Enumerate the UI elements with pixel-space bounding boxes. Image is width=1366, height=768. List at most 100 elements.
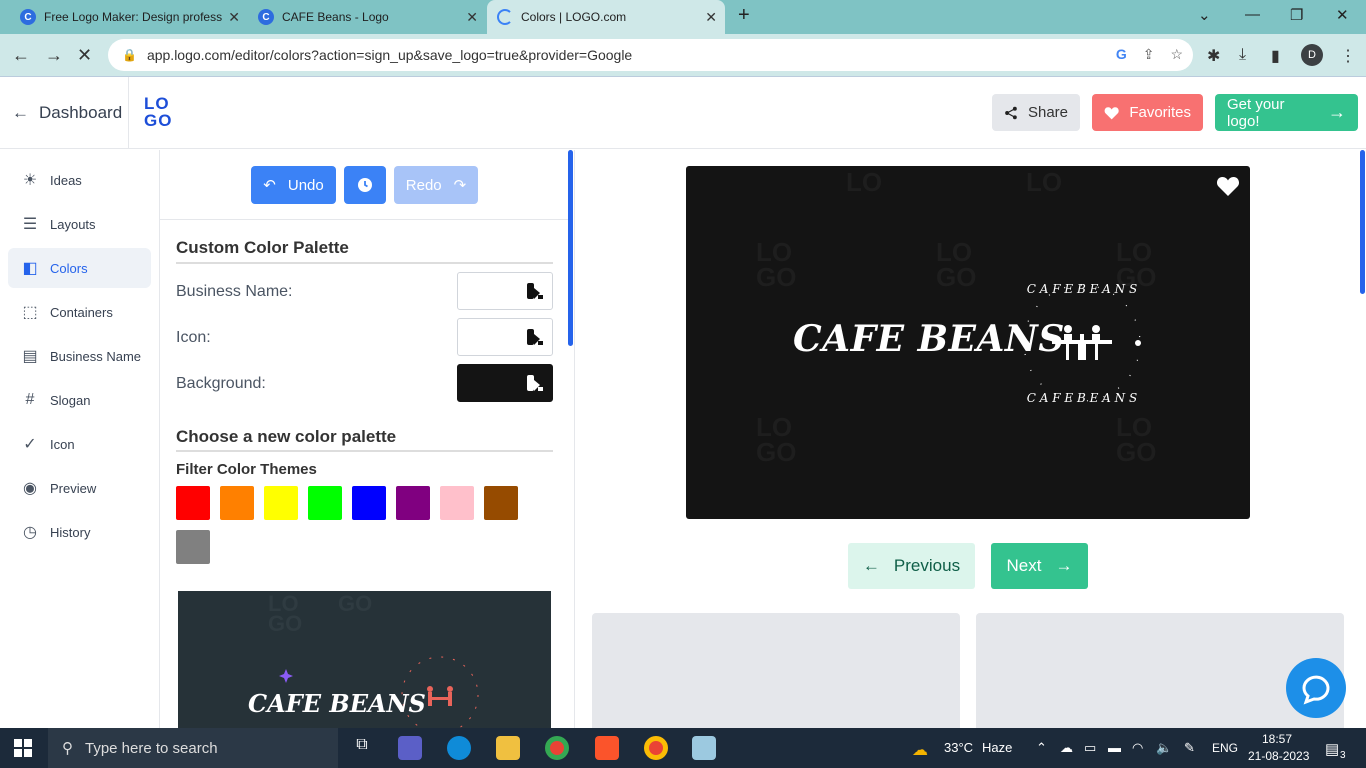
edge-icon[interactable] xyxy=(447,736,471,760)
dashboard-link[interactable]: ← Dashboard xyxy=(12,103,122,123)
bookmark-star-icon[interactable]: ☆ xyxy=(1170,46,1183,63)
previous-button[interactable]: ← Previous xyxy=(848,543,975,589)
restore-icon[interactable]: ❐ xyxy=(1290,6,1303,24)
weather-temp[interactable]: 33°C xyxy=(944,740,973,755)
browser-tab[interactable]: C Free Logo Maker: Design profess ✕ xyxy=(10,0,248,34)
next-button[interactable]: Next → xyxy=(991,543,1088,589)
get-your-logo-button[interactable]: Get your logo! → xyxy=(1215,94,1358,131)
lock-icon[interactable]: 🔒 xyxy=(122,48,137,62)
sidebar-item-history[interactable]: ◷ History xyxy=(8,512,151,552)
tab-search-icon[interactable]: ⌄ xyxy=(1198,6,1211,24)
sidebar-item-business-name[interactable]: ▤ Business Name xyxy=(8,336,151,376)
app-header: ← Dashboard LO GO Share Favorites Get yo… xyxy=(0,77,1366,149)
redo-button[interactable]: Redo ↷ xyxy=(394,166,478,204)
background-color-swatch[interactable] xyxy=(457,364,553,402)
close-tab-icon[interactable]: ✕ xyxy=(466,9,478,26)
file-explorer-icon[interactable] xyxy=(496,736,520,760)
wifi-icon[interactable]: ◠ xyxy=(1132,740,1143,756)
chat-bubble-icon xyxy=(1302,675,1330,705)
sidebar-item-icon[interactable]: ✓ Icon xyxy=(8,424,151,464)
stop-loading-icon[interactable]: ✕ xyxy=(77,45,92,66)
color-theme-swatch[interactable] xyxy=(220,486,254,520)
sidebar-item-slogan[interactable]: # Slogan xyxy=(8,380,151,420)
close-tab-icon[interactable]: ✕ xyxy=(705,9,717,26)
forward-icon[interactable]: → xyxy=(45,45,63,66)
close-window-icon[interactable]: ✕ xyxy=(1336,6,1349,24)
business-name-color-swatch[interactable] xyxy=(457,272,553,310)
sidebar-item-colors[interactable]: ◧ Colors xyxy=(8,248,151,288)
main-scrollbar[interactable] xyxy=(1360,150,1365,294)
color-theme-swatch[interactable] xyxy=(176,486,210,520)
sidebar-item-ideas[interactable]: ☀ Ideas xyxy=(8,160,151,200)
new-tab-icon[interactable]: + xyxy=(738,4,750,27)
get-logo-label: Get your logo! xyxy=(1227,95,1285,130)
task-view-icon[interactable]: ⧉ xyxy=(350,736,374,760)
arrow-left-icon: ← xyxy=(862,556,880,575)
undo-button[interactable]: ↶ Undo xyxy=(251,166,336,204)
side-panel-icon[interactable]: ▮ xyxy=(1271,46,1280,66)
svg-text:GO: GO xyxy=(338,591,372,616)
volume-icon[interactable]: 🔈 xyxy=(1156,740,1172,756)
section-divider xyxy=(176,450,553,452)
id-card-icon: ▤ xyxy=(22,348,38,365)
color-theme-swatch[interactable] xyxy=(484,486,518,520)
sidebar-item-label: Containers xyxy=(50,304,113,320)
history-button[interactable] xyxy=(344,166,386,204)
brave-icon[interactable] xyxy=(595,736,619,760)
minimize-icon[interactable]: — xyxy=(1245,6,1260,23)
favorites-button[interactable]: Favorites xyxy=(1092,94,1203,131)
browser-tab[interactable]: C CAFE Beans - Logo ✕ xyxy=(248,0,486,34)
chevron-up-icon[interactable]: ⌃ xyxy=(1036,740,1047,756)
google-icon[interactable]: G xyxy=(1116,46,1127,63)
menu-dots-icon[interactable]: ⋮ xyxy=(1340,46,1356,66)
taskbar-search[interactable]: ⚲ Type here to search xyxy=(48,728,338,768)
color-theme-swatch[interactable] xyxy=(440,486,474,520)
palette-preview-card[interactable]: LO GO GO CAFE BEANS xyxy=(178,591,551,728)
color-theme-swatch[interactable] xyxy=(264,486,298,520)
profile-avatar[interactable]: D xyxy=(1301,44,1323,66)
sidebar-item-layouts[interactable]: ☰ Layouts xyxy=(8,204,151,244)
sidebar-item-label: History xyxy=(50,524,91,540)
color-theme-swatch[interactable] xyxy=(176,530,210,564)
favorite-heart-icon[interactable] xyxy=(1216,174,1240,198)
icon-color-swatch[interactable] xyxy=(457,318,553,356)
logo-com-logo[interactable]: LO GO xyxy=(144,95,180,131)
weather-desc[interactable]: Haze xyxy=(982,740,1012,755)
icon-color-label: Icon: xyxy=(176,329,211,346)
weather-icon[interactable]: ☁ xyxy=(912,740,928,760)
extensions-icon[interactable]: ✱ xyxy=(1207,46,1220,66)
back-icon[interactable]: ← xyxy=(12,45,30,66)
language-indicator[interactable]: ENG xyxy=(1212,741,1238,755)
display-icon[interactable]: ▭ xyxy=(1084,740,1096,756)
eye-icon: ◉ xyxy=(23,480,37,497)
browser-tab-bar: C Free Logo Maker: Design profess ✕ C CA… xyxy=(0,0,1366,34)
left-sidebar: ☀ Ideas ☰ Layouts ◧ Colors ⬚ Containers ▤ Bus… xyxy=(0,150,160,728)
browser-tab-active[interactable]: Colors | LOGO.com ✕ xyxy=(487,0,725,34)
teams-icon[interactable] xyxy=(398,736,422,760)
undo-label: Undo xyxy=(287,176,324,194)
panel-scrollbar[interactable] xyxy=(568,150,573,346)
color-theme-swatch[interactable] xyxy=(396,486,430,520)
notepad-icon[interactable] xyxy=(692,736,716,760)
pen-icon[interactable]: ✎ xyxy=(1184,740,1195,756)
share-page-icon[interactable]: ⇪ xyxy=(1143,46,1155,63)
clock-date[interactable]: 21-08-2023 xyxy=(1248,749,1309,763)
close-tab-icon[interactable]: ✕ xyxy=(228,9,240,26)
onedrive-icon[interactable]: ☁ xyxy=(1060,740,1073,756)
battery-icon[interactable]: ▬ xyxy=(1108,740,1121,755)
chat-support-button[interactable] xyxy=(1286,658,1346,718)
logo-placeholder-card[interactable] xyxy=(592,613,960,728)
share-button[interactable]: Share xyxy=(992,94,1080,131)
clock-time[interactable]: 18:57 xyxy=(1262,732,1292,746)
chrome-profile-icon[interactable] xyxy=(644,736,668,760)
logo-canvas[interactable]: LO GO LO GO LO GO LO GO LO GO LO LO C A F E B … xyxy=(686,166,1250,519)
color-theme-swatch[interactable] xyxy=(308,486,342,520)
url-field[interactable]: 🔒 app.logo.com/editor/colors?action=sign… xyxy=(108,39,1193,71)
windows-start-icon[interactable] xyxy=(14,739,32,757)
sidebar-item-preview[interactable]: ◉ Preview xyxy=(8,468,151,508)
download-icon[interactable]: ⤓ xyxy=(1239,46,1246,64)
notification-icon[interactable]: ▤ xyxy=(1325,740,1339,758)
color-theme-swatch[interactable] xyxy=(352,486,386,520)
chrome-icon[interactable] xyxy=(545,736,569,760)
sidebar-item-containers[interactable]: ⬚ Containers xyxy=(8,292,151,332)
